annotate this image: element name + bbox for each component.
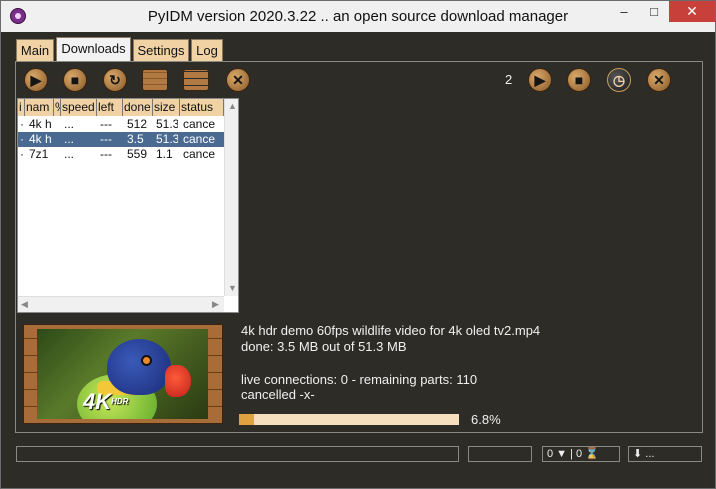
cell-size: 1.1 [156, 147, 173, 161]
table-vertical-scrollbar[interactable]: ▲ ▼ [224, 99, 238, 296]
selected-filename: 4k hdr demo 60fps wildlife video for 4k … [241, 323, 541, 338]
cancel-all-icon: ✕ [653, 71, 665, 88]
download-status-text: cancelled -x- [241, 387, 315, 402]
tab-main[interactable]: Main [16, 39, 54, 61]
cell-name: 4k h [29, 117, 52, 131]
queue-count: 2 [505, 72, 513, 87]
progress-percent: 6.8% [471, 412, 501, 427]
cell-index: · [20, 117, 24, 131]
cell-status: cance [183, 147, 216, 161]
maximize-button[interactable]: □ [639, 1, 669, 22]
queue-status: 0 ▼ | 0 ⌛ [542, 446, 620, 462]
close-button[interactable]: ✕ [669, 1, 715, 22]
cell-left: --- [100, 147, 112, 161]
table-row[interactable]: · 7z1 ... --- 559 1.1 cance [18, 147, 224, 162]
scroll-right-icon[interactable]: ▶ [212, 299, 219, 310]
column-header-speed[interactable]: speed [61, 99, 97, 116]
cell-index: · [20, 132, 24, 146]
tab-log[interactable]: Log [191, 39, 223, 61]
app-window: PyIDM version 2020.3.22 .. an open sourc… [0, 0, 716, 489]
thumbnail-image: 4KHDR [37, 329, 208, 419]
total-speed-status: ⬇ ... [628, 446, 702, 462]
refresh-button[interactable]: ↻ [101, 67, 129, 93]
schedule-icon: ◷ [612, 71, 626, 88]
cell-done: 3.5 [127, 132, 144, 146]
cell-speed: ... [64, 117, 75, 131]
column-header-percent[interactable]: % [54, 99, 61, 116]
done-size-text: done: 3.5 MB out of 51.3 MB [241, 339, 407, 354]
status-field [468, 446, 532, 462]
cell-done: 559 [127, 147, 148, 161]
table-horizontal-scrollbar[interactable]: ◀ ▶ [18, 296, 224, 312]
cell-done: 512 [127, 117, 148, 131]
table-row-selected[interactable]: · 4k h ... --- 3.5 51.3 cance [18, 132, 224, 147]
cancel-all-button[interactable]: ✕ [645, 67, 673, 93]
stop-button[interactable]: ■ [61, 67, 89, 93]
cell-speed: ... [64, 132, 75, 146]
title-bar: PyIDM version 2020.3.22 .. an open sourc… [1, 1, 715, 32]
cell-status: cance [183, 117, 216, 131]
connections-text: live connections: 0 - remaining parts: 1… [241, 372, 478, 387]
stop-icon: ■ [70, 72, 80, 88]
cell-status: cance [183, 132, 216, 146]
resume-all-icon: ▶ [534, 71, 546, 88]
cell-speed: ... [64, 147, 75, 161]
refresh-icon: ↻ [109, 71, 121, 88]
cell-name: 7z1 [29, 147, 49, 161]
cell-left: --- [100, 132, 112, 146]
cancel-icon: ✕ [232, 71, 244, 88]
tab-downloads[interactable]: Downloads [56, 37, 131, 61]
stop-all-icon: ■ [574, 72, 584, 88]
minimize-button[interactable]: – [609, 1, 639, 22]
scroll-left-icon[interactable]: ◀ [21, 299, 28, 310]
download-progress-bar [239, 414, 459, 425]
schedule-button[interactable]: ◷ [605, 67, 633, 93]
column-header-size[interactable]: size [153, 99, 180, 116]
progress-fill [239, 414, 254, 425]
delete-list-button[interactable] [182, 67, 210, 93]
resume-icon: ▶ [30, 71, 42, 88]
resume-button[interactable]: ▶ [22, 67, 50, 93]
table-row[interactable]: · 4k h ... --- 512 51.3 cance [18, 117, 224, 132]
stop-all-button[interactable]: ■ [565, 67, 593, 93]
cancel-button[interactable]: ✕ [224, 67, 252, 93]
cell-name: 4k h [29, 132, 52, 146]
downloads-table: i nam % speed left done size status · 4k… [17, 98, 239, 313]
scroll-down-icon[interactable]: ▼ [228, 283, 237, 293]
delete-list-icon [183, 69, 209, 91]
thumbnail-badge: 4KHDR [83, 389, 129, 414]
scroll-up-icon[interactable]: ▲ [228, 101, 237, 111]
column-header-index[interactable]: i [18, 99, 25, 116]
column-header-done[interactable]: done [123, 99, 153, 116]
folder-button[interactable] [141, 67, 169, 93]
status-message [16, 446, 459, 462]
column-header-status[interactable]: status [180, 99, 224, 116]
resume-all-button[interactable]: ▶ [526, 67, 554, 93]
cell-size: 51.3 [156, 117, 178, 131]
column-header-name[interactable]: nam [25, 99, 54, 116]
cell-index: · [20, 147, 24, 161]
video-thumbnail: 4KHDR [23, 324, 223, 424]
window-title: PyIDM version 2020.3.22 .. an open sourc… [147, 8, 569, 25]
tab-settings[interactable]: Settings [133, 39, 189, 61]
cell-size: 51.3 [156, 132, 178, 146]
column-header-left[interactable]: left [97, 99, 123, 116]
table-header: i nam % speed left done size status [18, 99, 228, 116]
cell-left: --- [100, 117, 112, 131]
folder-icon [142, 69, 168, 91]
